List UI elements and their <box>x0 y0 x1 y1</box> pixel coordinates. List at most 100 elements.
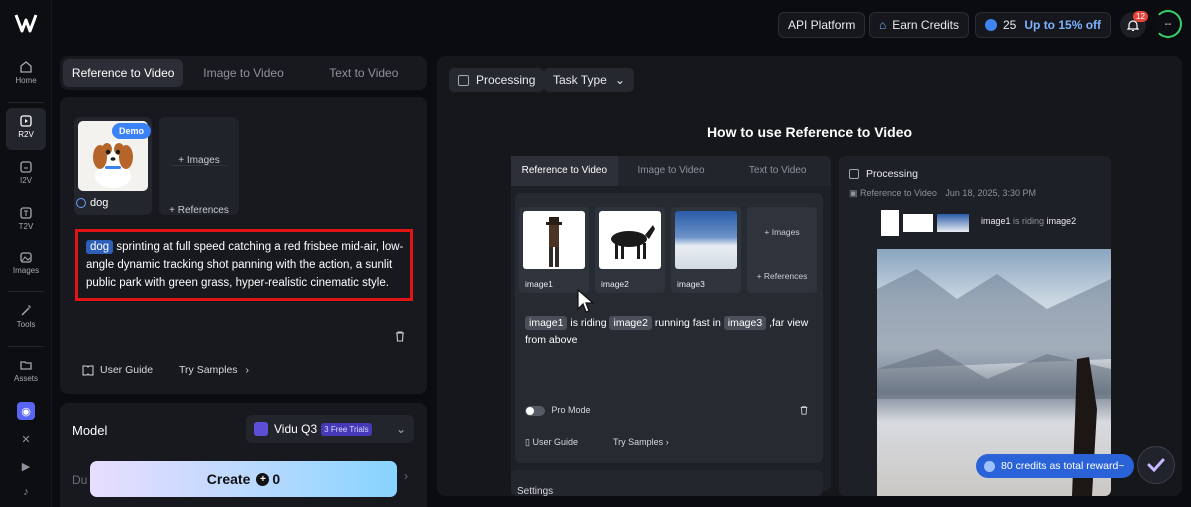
magic-wand-icon <box>21 305 31 316</box>
credits-button[interactable]: 25 Up to 15% off <box>975 12 1112 38</box>
model-label: Model <box>72 423 108 438</box>
prompt-body: sprinting at full speed catching a red f… <box>86 241 404 289</box>
demo-add-images-label: Images <box>771 227 800 237</box>
demo-card: image1 image2 image3 + Images + Referenc… <box>515 193 823 463</box>
try-samples-link[interactable]: Try Samples › <box>179 364 249 376</box>
reference-name: dog <box>76 197 108 209</box>
trash-icon[interactable] <box>394 330 406 342</box>
duration-label: Du <box>72 473 88 487</box>
task-type-dropdown[interactable]: Task Type ⌄ <box>544 68 634 92</box>
video-icon: ▣ <box>849 188 861 198</box>
nav-label: I2V <box>19 176 32 185</box>
nav-home[interactable]: Home <box>6 54 46 96</box>
nav-label: Home <box>15 76 37 85</box>
nav-t2v[interactable]: T2V <box>6 200 46 242</box>
nav-i2v[interactable]: I2V <box>6 154 46 196</box>
demo-tabs: Reference to Video Image to Video Text t… <box>511 156 831 186</box>
tab-text-to-video[interactable]: Text to Video <box>304 59 424 87</box>
demo-tag: image1 <box>525 316 568 330</box>
demo-prompt: image1 is riding image2 running fast in … <box>525 315 815 349</box>
demo-prompt-text: is riding <box>570 317 607 329</box>
try-samples-label: Try Samples <box>179 364 238 376</box>
reward-label: 80 credits as total reward~ <box>1001 460 1125 472</box>
chevron-down-icon: ⌄ <box>614 73 625 87</box>
nav-tools[interactable]: Tools <box>6 298 46 340</box>
demo-history-text: is riding <box>1013 216 1045 226</box>
mode-tabs: Reference to Video Image to Video Text t… <box>60 56 427 90</box>
horse-image <box>599 211 661 269</box>
discount-label: Up to 15% off <box>1024 18 1102 32</box>
model-select[interactable]: Vidu Q3 3 Free Trials ⌄ <box>246 415 414 443</box>
demo-tag: image3 <box>723 316 767 330</box>
demo-image-label: image3 <box>677 279 705 289</box>
task-type-label: Task Type <box>553 73 607 87</box>
tiktok-icon[interactable]: ♪ <box>17 483 35 501</box>
free-trials-badge: 3 Free Trials <box>321 422 372 436</box>
checkmark-icon <box>1147 458 1165 472</box>
demo-pro-mode-label: Pro Mode <box>551 405 591 415</box>
notification-badge: 12 <box>1133 11 1148 22</box>
demo-try-samples-label: Try Samples <box>613 437 664 447</box>
processing-filter[interactable]: Processing <box>449 68 545 92</box>
folder-icon <box>20 361 32 370</box>
avatar[interactable]: -- <box>1154 10 1182 38</box>
snow-landscape-image <box>675 211 737 269</box>
earn-credits-button[interactable]: ⌂ Earn Credits <box>869 12 969 38</box>
text-video-icon <box>20 207 32 219</box>
create-cost: 0 <box>272 471 281 487</box>
demo-try-samples: Try Samples › <box>613 437 669 447</box>
gift-icon: ⌂ <box>879 18 887 32</box>
demo-history-tag: image1 <box>981 216 1011 226</box>
demo-user-guide: ▯ User Guide <box>525 437 578 448</box>
vidu-model-icon <box>254 422 268 436</box>
demo-trash-icon <box>800 406 808 415</box>
create-button[interactable]: Create + 0 <box>90 461 397 497</box>
demo-history-header: ▣ Reference to Video Jun 18, 2025, 3:30 … <box>849 188 1036 199</box>
x-icon[interactable]: ✕ <box>17 430 35 448</box>
create-label: Create <box>206 471 251 487</box>
demo-history-tag: image2 <box>1046 216 1077 226</box>
demo-add-images: + Images <box>764 227 800 237</box>
youtube-icon[interactable]: ▶ <box>17 457 35 475</box>
tasks-check-button[interactable] <box>1137 446 1175 484</box>
user-guide-link[interactable]: User Guide <box>82 364 153 376</box>
nav-images[interactable]: Images <box>6 244 46 286</box>
demo-image-label: image1 <box>525 279 553 289</box>
user-guide-label: User Guide <box>100 364 154 376</box>
demo-image-1: image1 <box>519 207 589 293</box>
nav-label: R2V <box>18 130 34 139</box>
add-reference-box[interactable]: + Images + References <box>159 117 239 216</box>
demo-left-panel: Reference to Video Image to Video Text t… <box>511 156 831 496</box>
reference-video-icon <box>20 115 32 127</box>
demo-image-3: image3 <box>671 207 741 293</box>
processing-label: Processing <box>476 73 536 87</box>
tab-image-to-video[interactable]: Image to Video <box>183 59 303 87</box>
earn-credits-label: Earn Credits <box>892 18 959 32</box>
demo-history-title: Reference to Video <box>860 188 937 198</box>
avatar-text: -- <box>1164 18 1172 30</box>
demo-image-label: image2 <box>601 279 629 289</box>
vidu-logo-icon[interactable] <box>14 12 38 34</box>
reward-banner[interactable]: 80 credits as total reward~ <box>976 454 1135 478</box>
tab-reference-to-video[interactable]: Reference to Video <box>63 59 184 87</box>
mouse-cursor-icon <box>577 289 595 313</box>
book-icon <box>82 365 94 375</box>
demo-processing-label: Processing <box>866 168 918 180</box>
demo-add-references: + References <box>756 271 808 281</box>
images-icon <box>20 252 32 263</box>
discord-icon[interactable]: ◉ <box>17 402 35 420</box>
nav-r2v[interactable]: R2V <box>6 108 46 150</box>
api-platform-button[interactable]: API Platform <box>778 12 866 38</box>
prompt-tag[interactable]: dog <box>86 240 114 254</box>
nav-label: T2V <box>18 222 34 231</box>
credit-icon: + <box>256 472 270 486</box>
demo-history-refs: image1 is riding image2 <box>881 208 1111 238</box>
chevron-down-icon: ⌄ <box>395 422 406 436</box>
prompt-input[interactable]: dog sprinting at full speed catching a r… <box>75 229 413 301</box>
demo-right-panel: Processing ▣ Reference to Video Jun 18, … <box>839 156 1111 496</box>
checkbox-icon <box>458 74 469 86</box>
demo-tab: Image to Video <box>637 165 705 176</box>
add-references-button[interactable]: + References <box>159 205 239 216</box>
nav-assets[interactable]: Assets <box>6 352 46 394</box>
credit-icon <box>984 460 995 472</box>
